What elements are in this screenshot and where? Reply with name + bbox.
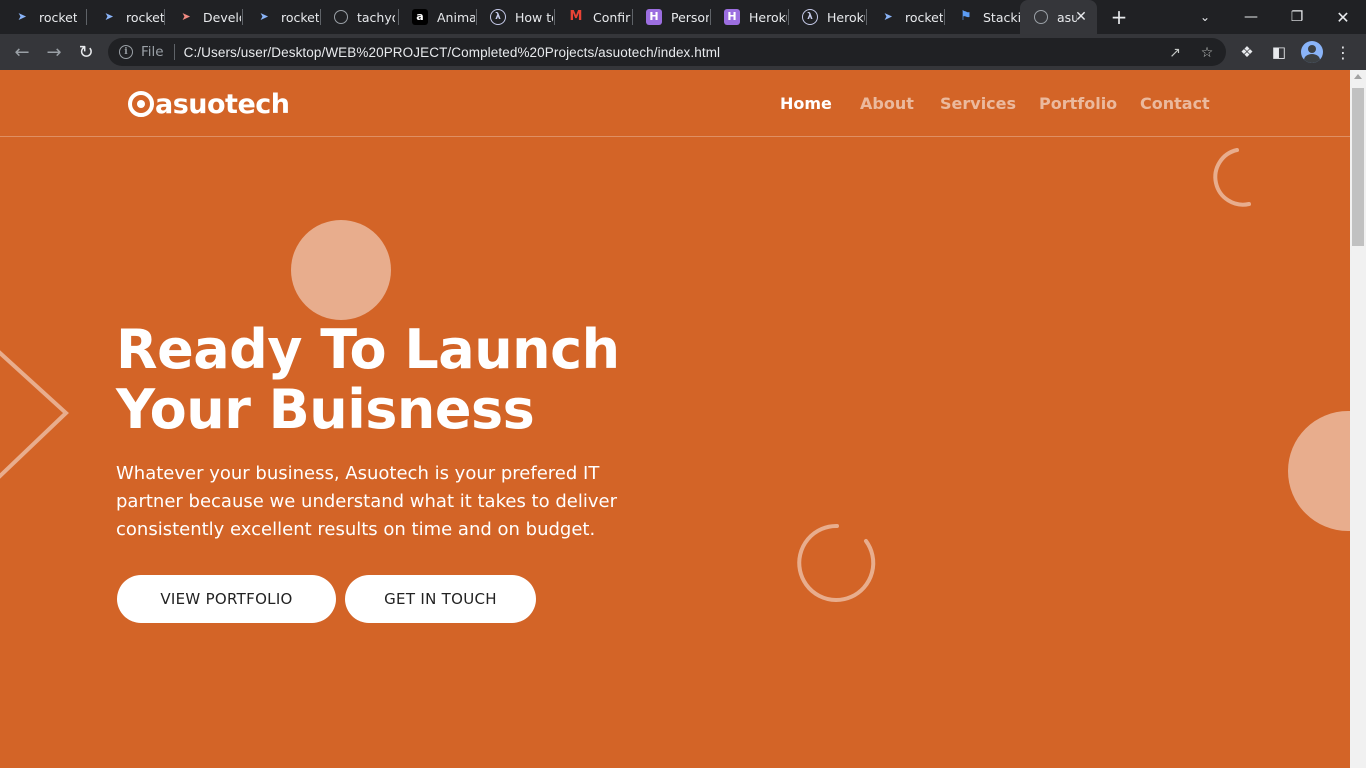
lambda-icon: λ xyxy=(802,9,818,25)
decorative-circle xyxy=(291,220,391,320)
address-divider xyxy=(173,44,175,60)
minimize-icon[interactable]: — xyxy=(1228,0,1274,34)
browser-tab-label: Person xyxy=(671,9,709,25)
hero-title-line: Your Buisness xyxy=(116,378,535,441)
bookmark-star-icon[interactable]: ☆ xyxy=(1198,44,1216,62)
diamond-outline-shape xyxy=(0,350,69,479)
nav-link-services[interactable]: Services xyxy=(940,92,1016,116)
back-arrow-icon[interactable]: ← xyxy=(10,40,34,64)
get-in-touch-button[interactable]: GET IN TOUCH xyxy=(345,575,536,623)
browser-tab-label: rocketb xyxy=(281,9,319,25)
address-scheme-label: File xyxy=(141,44,164,60)
browser-tab[interactable]: tachyo xyxy=(320,0,398,34)
center-ring-arc xyxy=(797,523,876,602)
reload-icon[interactable]: ↻ xyxy=(74,40,98,64)
gmail-icon: M xyxy=(569,9,583,24)
browser-tab[interactable]: ➤ rocketb xyxy=(866,0,944,34)
page-viewport: asuotech Home About Services Portfolio C… xyxy=(0,70,1350,768)
browser-tab[interactable]: H Heroku xyxy=(710,0,788,34)
logo-text: asuotech xyxy=(155,88,290,120)
scroll-up-arrow-icon[interactable] xyxy=(1354,74,1362,79)
browser-tab[interactable]: H Person xyxy=(632,0,710,34)
browser-tab-label: Heroku xyxy=(827,9,865,25)
browser-tab-label: rocketb xyxy=(905,9,943,25)
side-panel-icon[interactable]: ◧ xyxy=(1269,42,1289,62)
address-url[interactable]: C:/Users/user/Desktop/WEB%20PROJECT/Comp… xyxy=(184,45,721,60)
kebab-menu-icon[interactable]: ⋮ xyxy=(1333,42,1353,62)
extensions-puzzle-icon[interactable]: ❖ xyxy=(1237,42,1257,62)
lambda-icon: λ xyxy=(490,9,506,25)
info-icon[interactable]: i xyxy=(119,45,133,59)
browser-tab-label: rocketb xyxy=(39,9,77,25)
rocket-icon: ➤ xyxy=(259,10,269,23)
share-icon[interactable]: ↗ xyxy=(1166,44,1184,62)
tab-search-chevron-icon[interactable]: ⌄ xyxy=(1182,0,1228,34)
rocket-icon: ➤ xyxy=(17,10,27,23)
restore-icon[interactable]: ❐ xyxy=(1274,0,1320,34)
hero-description-line: partner because we understand what it ta… xyxy=(116,491,617,512)
nav-link-home[interactable]: Home xyxy=(780,92,832,116)
browser-tab-label: Develo xyxy=(203,9,241,25)
hero-description-line: Whatever your business, Asuotech is your… xyxy=(116,463,600,484)
logo-mark-icon xyxy=(128,91,154,117)
heroku-icon: H xyxy=(646,9,662,25)
browser-tab[interactable]: λ How to xyxy=(476,0,554,34)
hero-description: Whatever your business, Asuotech is your… xyxy=(116,460,646,544)
site-header: asuotech Home About Services Portfolio C… xyxy=(0,70,1350,137)
browser-toolbar: ← → ↻ i File C:/Users/user/Desktop/WEB%2… xyxy=(0,34,1366,70)
amazon-icon: a xyxy=(412,9,428,25)
close-tab-icon[interactable]: ✕ xyxy=(1073,9,1089,25)
browser-tab-label: tachyo xyxy=(357,9,395,25)
browser-tab-label: Confirm xyxy=(593,9,631,25)
hero-title: Ready To Launch Your Buisness xyxy=(116,320,736,440)
address-bar[interactable]: i File C:/Users/user/Desktop/WEB%20PROJE… xyxy=(108,38,1226,66)
view-portfolio-button[interactable]: VIEW PORTFOLIO xyxy=(117,575,336,623)
browser-tab[interactable]: M Confirm xyxy=(554,0,632,34)
site-logo[interactable]: asuotech xyxy=(128,88,290,120)
hero-title-line: Ready To Launch xyxy=(116,318,620,381)
rocket-icon: ➤ xyxy=(181,10,191,23)
browser-tab[interactable]: ➤ rocketb xyxy=(0,0,84,34)
browser-tab-label: Heroku xyxy=(749,9,787,25)
page-scrollbar[interactable] xyxy=(1350,70,1366,768)
browser-tab-active[interactable]: asu ✕ xyxy=(1020,0,1097,34)
browser-tab[interactable]: a Animat xyxy=(398,0,476,34)
forward-arrow-icon[interactable]: → xyxy=(42,40,66,64)
top-right-ring-arc xyxy=(1213,148,1251,207)
heroku-icon: H xyxy=(724,9,740,25)
nav-link-contact[interactable]: Contact xyxy=(1140,92,1210,116)
new-tab-plus-icon[interactable]: + xyxy=(1108,5,1130,29)
browser-tab[interactable]: ➤ rocketb xyxy=(87,0,164,34)
browser-tab-label: How to xyxy=(515,9,553,25)
globe-icon xyxy=(1034,10,1048,24)
browser-tab-label: Stackin xyxy=(983,9,1020,25)
globe-icon xyxy=(334,10,348,24)
browser-tab[interactable]: ➤ rocketb xyxy=(242,0,320,34)
hero-description-line: consistently excellent results on time a… xyxy=(116,519,596,540)
browser-tab-strip: ➤ rocketb ➤ rocketb ➤ Develo ➤ rocketb t… xyxy=(0,0,1366,34)
nav-link-about[interactable]: About xyxy=(860,92,914,116)
flag-icon: ⚑ xyxy=(960,9,972,24)
window-close-icon[interactable]: ✕ xyxy=(1320,0,1366,34)
rocket-icon: ➤ xyxy=(104,10,114,23)
browser-tab-label: Animat xyxy=(437,9,475,25)
rocket-icon: ➤ xyxy=(883,10,893,23)
scrollbar-thumb[interactable] xyxy=(1352,88,1364,246)
nav-link-portfolio[interactable]: Portfolio xyxy=(1039,92,1117,116)
browser-tab[interactable]: ⚑ Stackin xyxy=(944,0,1020,34)
profile-avatar[interactable] xyxy=(1301,41,1323,63)
browser-tab-label: rocketb xyxy=(126,9,164,25)
browser-tab[interactable]: λ Heroku xyxy=(788,0,866,34)
browser-tab[interactable]: ➤ Develo xyxy=(164,0,242,34)
